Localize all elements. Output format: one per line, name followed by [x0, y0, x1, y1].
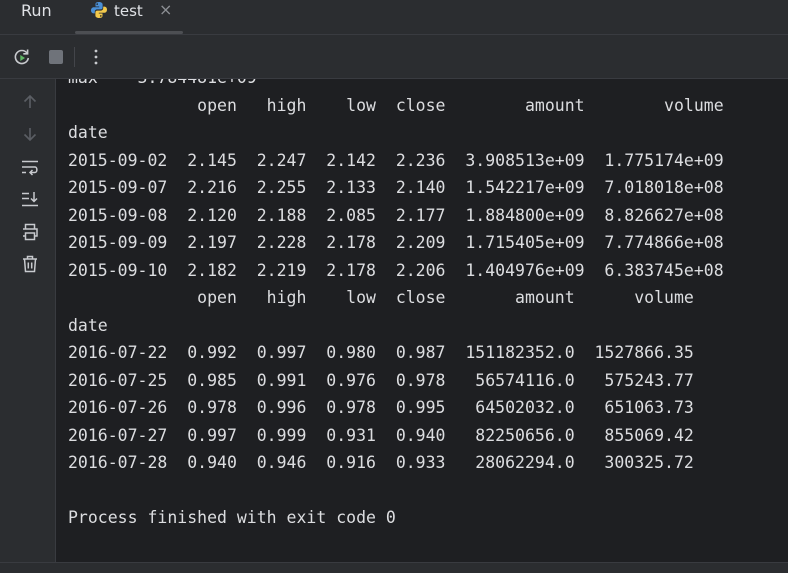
- stop-icon[interactable]: [46, 47, 66, 67]
- rerun-icon[interactable]: [12, 47, 32, 67]
- console-line: 2015-09-02 2.145 2.247 2.142 2.236 3.908…: [68, 150, 724, 170]
- scroll-to-end-icon[interactable]: [20, 189, 40, 209]
- python-file-icon: [91, 2, 107, 18]
- console-text: max 3.784481e+09 open high low close amo…: [68, 79, 724, 532]
- console-line: 2016-07-25 0.985 0.991 0.976 0.978 56574…: [68, 370, 694, 390]
- console-line: 2015-09-07 2.216 2.255 2.133 2.140 1.542…: [68, 178, 724, 197]
- close-icon[interactable]: ×: [159, 0, 172, 19]
- tab-active-indicator: [75, 31, 183, 34]
- console-line: 2015-09-10 2.182 2.219 2.178 2.206 1.404…: [68, 260, 724, 280]
- console-line: 2016-07-22 0.992 0.997 0.980 0.987 15118…: [68, 343, 694, 362]
- print-icon[interactable]: [20, 222, 40, 242]
- tab-label: test: [114, 2, 143, 20]
- console-line: 2016-07-26 0.978 0.996 0.978 0.995 64502…: [68, 398, 694, 417]
- console-line: 2015-09-08 2.120 2.188 2.085 2.177 1.884…: [68, 205, 724, 225]
- console-line: 2016-07-27 0.997 0.999 0.931 0.940 82250…: [68, 425, 694, 445]
- tab-test[interactable]: test ×: [75, 0, 183, 34]
- tool-window-header: Run test ×: [0, 0, 788, 35]
- console-output[interactable]: max 3.784481e+09 open high low close amo…: [56, 79, 788, 562]
- console-line: 2015-09-09 2.197 2.228 2.178 2.209 1.715…: [68, 233, 724, 252]
- console-line: open high low close amount volume: [68, 95, 724, 115]
- console-line: Process finished with exit code 0: [68, 508, 396, 527]
- down-arrow-icon[interactable]: [20, 124, 40, 144]
- console-line: max 3.784481e+09: [68, 79, 257, 87]
- run-tool-window-title: Run: [21, 1, 52, 20]
- console-line: open high low close amount volume: [68, 288, 694, 307]
- console-line: date: [68, 123, 108, 142]
- up-arrow-icon[interactable]: [20, 92, 40, 112]
- trash-icon[interactable]: [20, 254, 40, 274]
- run-toolbar: [0, 35, 788, 79]
- console-line: date: [68, 315, 108, 335]
- more-options-icon[interactable]: [86, 47, 106, 67]
- toolbar-separator: [74, 47, 75, 67]
- soft-wrap-icon[interactable]: [20, 157, 40, 177]
- console-line: 2016-07-28 0.940 0.946 0.916 0.933 28062…: [68, 453, 694, 472]
- status-bar: [0, 562, 788, 573]
- console-side-toolbar: [0, 79, 56, 562]
